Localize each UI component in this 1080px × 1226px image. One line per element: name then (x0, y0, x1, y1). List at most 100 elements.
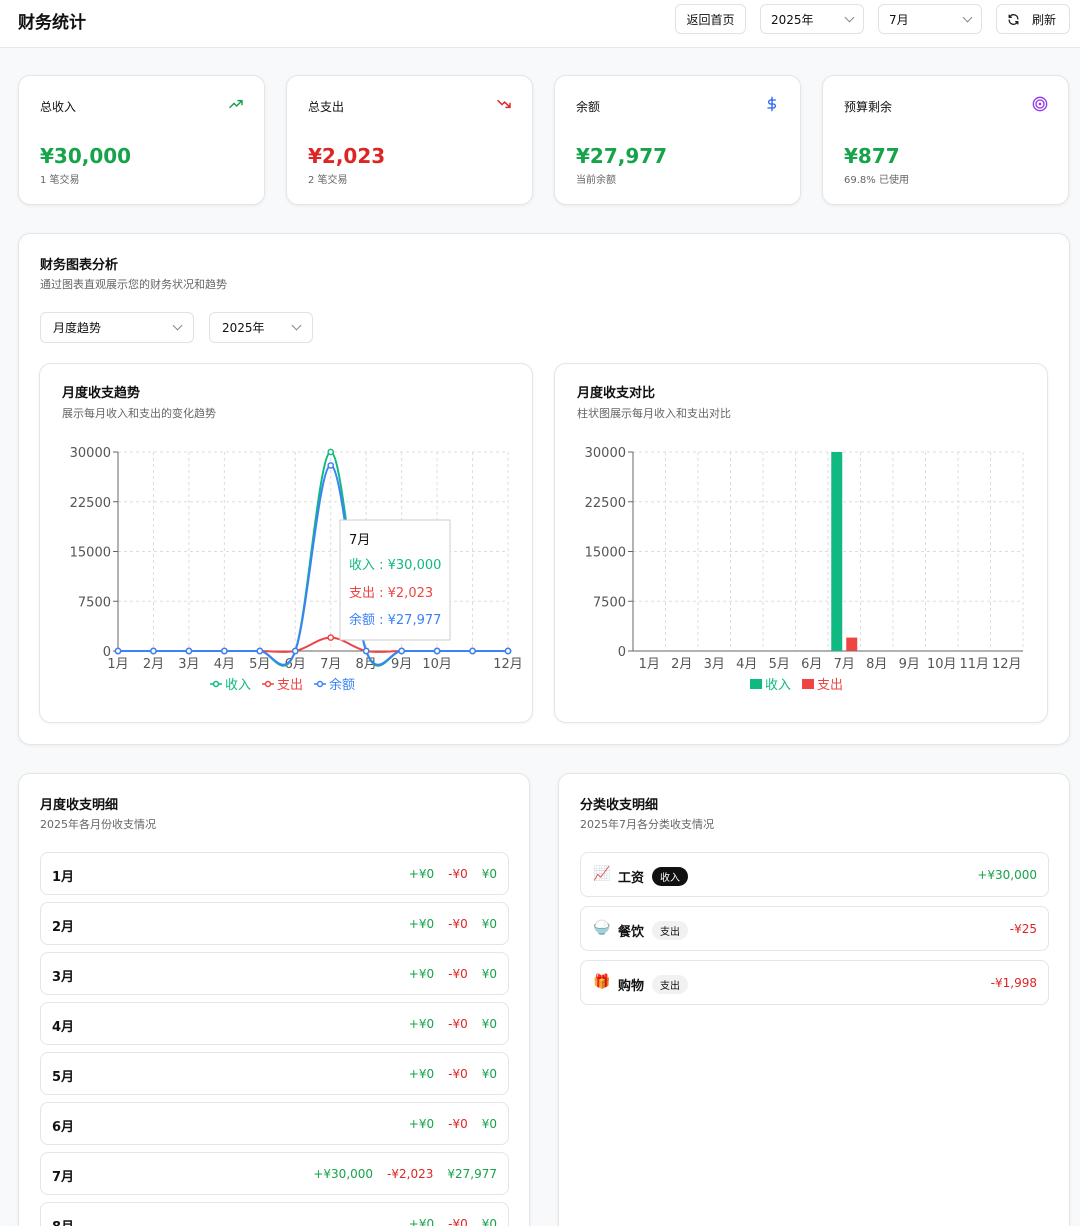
month-values: +¥0 -¥0 ¥0 (409, 867, 497, 881)
x-tick-label: 4月 (736, 657, 757, 672)
month-income: +¥0 (408, 1067, 435, 1081)
chevron-down-icon (172, 320, 183, 331)
month-row[interactable]: 8月 +¥0 -¥0 ¥0 (40, 1202, 509, 1226)
stat-value: ¥30,000 (40, 144, 132, 168)
month-expense: -¥2,023 (387, 1167, 434, 1181)
month-select-value: 7月 (889, 12, 909, 27)
chart-view-select-value: 月度趋势 (53, 321, 102, 335)
legend-label[interactable]: 支出 (817, 678, 843, 693)
month-balance: ¥0 (481, 1067, 497, 1081)
legend-label[interactable]: 余额 (329, 677, 355, 693)
stat-card-expense: 总支出 ¥2,023 2 笔交易 (286, 75, 533, 205)
data-point[interactable] (256, 647, 264, 655)
category-name: 工资 (618, 871, 645, 886)
category-row[interactable]: 🎁 购物 支出 -¥1,998 (580, 960, 1049, 1005)
month-income: +¥0 (408, 1217, 435, 1226)
stat-label: 总收入 (40, 100, 77, 114)
month-values: +¥0 -¥0 ¥0 (409, 1067, 497, 1081)
tooltip-title: 7月 (349, 533, 370, 548)
month-name: 2月 (52, 920, 75, 935)
y-tick-label: 15000 (585, 546, 626, 561)
x-tick-label: 5月 (249, 657, 270, 672)
month-row[interactable]: 6月 +¥0 -¥0 ¥0 (40, 1102, 509, 1145)
month-row[interactable]: 7月 +¥30,000 -¥2,023 ¥27,977 (40, 1152, 509, 1195)
month-name: 7月 (52, 1170, 75, 1185)
x-tick-label: 2月 (671, 657, 692, 672)
target-icon (1032, 96, 1048, 112)
stat-label: 余额 (576, 100, 601, 114)
x-tick-label: 7月 (834, 657, 855, 672)
month-row[interactable]: 4月 +¥0 -¥0 ¥0 (40, 1002, 509, 1045)
month-balance: ¥0 (481, 967, 497, 981)
data-point[interactable] (221, 647, 228, 655)
data-point[interactable] (327, 462, 335, 469)
stat-sub: 69.8% 已使用 (844, 175, 909, 186)
x-tick-label: 4月 (214, 657, 235, 672)
data-point[interactable] (327, 448, 335, 456)
legend-label[interactable]: 支出 (277, 678, 303, 693)
chart-view-select[interactable]: 月度趋势 (40, 312, 194, 343)
data-point[interactable] (469, 647, 476, 655)
month-name: 3月 (52, 970, 75, 985)
stat-value: ¥877 (844, 144, 900, 168)
category-row[interactable]: 🍚 餐饮 支出 -¥25 (580, 906, 1049, 951)
year-select[interactable]: 2025年 (760, 4, 864, 34)
month-row[interactable]: 2月 +¥0 -¥0 ¥0 (40, 902, 509, 945)
month-row[interactable]: 3月 +¥0 -¥0 ¥0 (40, 952, 509, 995)
data-point[interactable] (291, 647, 299, 655)
month-expense: -¥0 (448, 967, 468, 981)
bar-chart: 月度收支对比柱状图展示每月收入和支出对比 0 7500 15000 22500 30000… (576, 385, 1024, 693)
data-point[interactable] (398, 647, 405, 655)
chart-subtitle: 柱状图展示每月收入和支出对比 (577, 406, 731, 420)
page-title: 财务统计 (18, 13, 86, 33)
stat-card-balance: 余额 ¥27,977 当前余额 (554, 75, 801, 205)
month-select[interactable]: 7月 (878, 4, 982, 34)
data-point[interactable] (114, 647, 122, 655)
legend-marker (212, 680, 220, 688)
data-point[interactable] (185, 647, 193, 655)
month-values: +¥0 -¥0 ¥0 (409, 1117, 497, 1131)
top-bar: 财务统计 返回首页 2025年 7月 刷新 (0, 0, 1080, 48)
data-point[interactable] (433, 647, 441, 655)
month-name: 4月 (52, 1020, 75, 1035)
x-tick-label: 1月 (107, 657, 128, 672)
dollar-icon (767, 96, 776, 112)
category-type-badge: 支出 (652, 921, 688, 940)
y-tick-label: 22500 (70, 496, 111, 511)
month-name: 8月 (52, 1216, 74, 1226)
stat-card-budget: 预算剩余 ¥877 69.8% 已使用 (822, 75, 1069, 205)
legend-label[interactable]: 收入 (225, 678, 251, 693)
tooltip-balance: 余额 : ¥27,977 (349, 612, 441, 628)
y-tick-label: 7500 (593, 595, 626, 610)
data-point[interactable] (327, 634, 335, 641)
month-income: +¥0 (408, 867, 435, 881)
month-income: +¥30,000 (313, 1167, 374, 1181)
bar[interactable] (846, 637, 858, 651)
refresh-icon (1008, 13, 1019, 25)
category-type-badge: 支出 (652, 975, 688, 994)
month-balance: ¥0 (481, 1217, 497, 1226)
home-button[interactable]: 返回首页 (675, 4, 746, 34)
monthly-description: 2025年各月份收支情况 (40, 818, 156, 831)
data-point[interactable] (362, 647, 370, 655)
trending-down-icon (497, 99, 511, 109)
month-values: +¥30,000 -¥2,023 ¥27,977 (313, 1167, 497, 1181)
month-income: +¥0 (408, 1017, 435, 1031)
category-icon: 🍚 (593, 920, 611, 936)
month-row[interactable]: 1月 +¥0 -¥0 ¥0 (40, 852, 509, 895)
category-row[interactable]: 📈 工资 收入 +¥30,000 (580, 852, 1049, 897)
y-tick-label: 15000 (70, 546, 111, 561)
refresh-button[interactable]: 刷新 (996, 4, 1070, 34)
data-point[interactable] (150, 647, 157, 655)
tooltip-income: 收入 : ¥30,000 (349, 558, 441, 573)
legend-label[interactable]: 收入 (765, 678, 791, 693)
data-point[interactable] (504, 647, 512, 655)
chart-subtitle: 展示每月收入和支出的变化趋势 (62, 406, 216, 420)
chevron-down-icon (291, 320, 302, 331)
monthly-detail-panel: 月度收支明细 2025年各月份收支情况 1月 +¥0 -¥0 ¥0 2月 +¥0 -¥0 ¥0… (18, 773, 530, 1226)
bar[interactable] (831, 452, 843, 651)
chart-year-select[interactable]: 2025年 (209, 312, 313, 343)
month-row[interactable]: 5月 +¥0 -¥0 ¥0 (40, 1052, 509, 1095)
month-income: +¥0 (408, 1117, 435, 1131)
analysis-title: 财务图表分析 (40, 258, 119, 273)
